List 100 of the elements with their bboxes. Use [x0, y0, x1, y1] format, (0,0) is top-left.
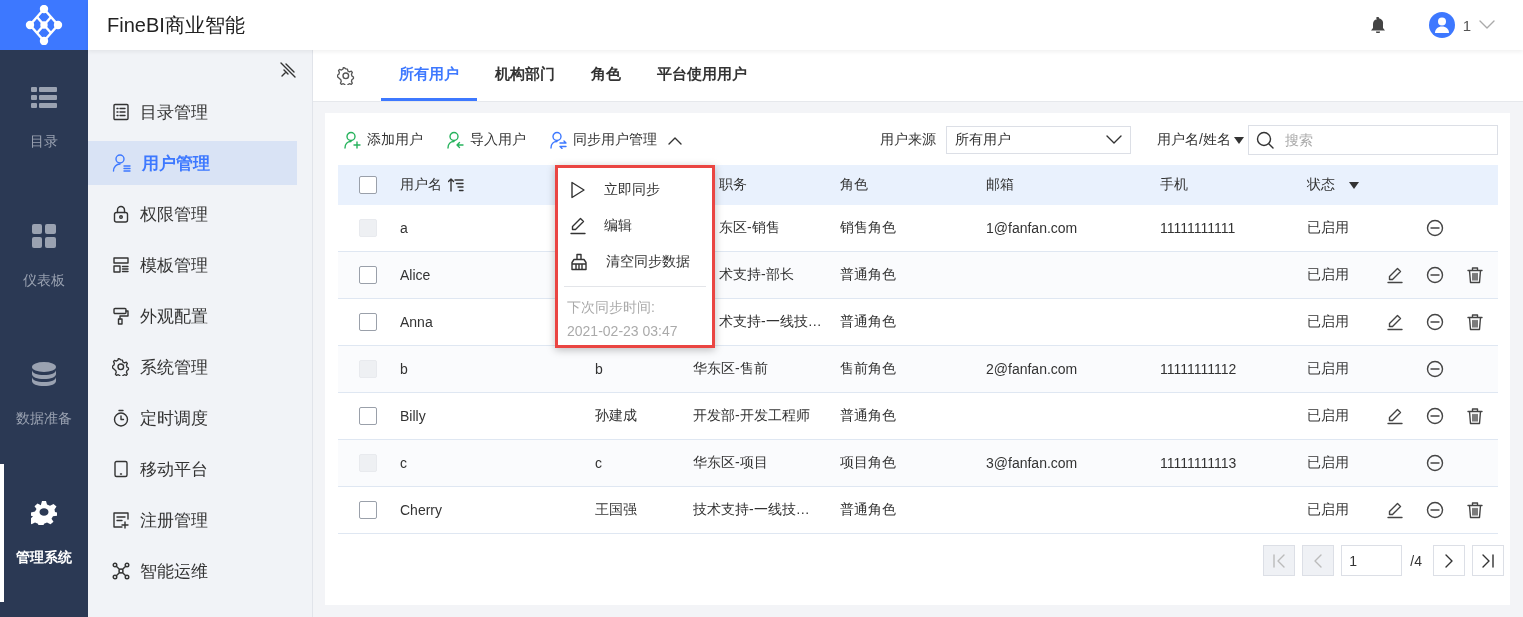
- table-cell-text: 技术支持-一线技…: [692, 501, 810, 519]
- table-cell-text: 术支持-部长: [718, 266, 794, 284]
- trash-icon: [1466, 407, 1484, 425]
- bell-icon: [1370, 17, 1385, 33]
- sidebar-item[interactable]: 智能运维: [88, 549, 297, 593]
- disable-icon: [1426, 313, 1444, 331]
- disable-icon: [1426, 360, 1444, 378]
- source-dropdown[interactable]: 所有用户: [946, 126, 1132, 154]
- table-cell-text: Alice: [399, 267, 431, 283]
- pencil-icon: [1386, 501, 1404, 519]
- rail-item[interactable]: 仪表板: [0, 188, 88, 326]
- disable-icon: [1426, 407, 1444, 425]
- column-header[interactable]: 用户名: [400, 176, 442, 194]
- sync-user-icon: [550, 131, 568, 149]
- pencil-icon: [1386, 266, 1404, 284]
- trash-icon: [1466, 313, 1484, 331]
- disable-icon: [1426, 266, 1444, 284]
- table-cell-text: b: [399, 361, 408, 377]
- search-scope-dropdown[interactable]: 用户名/姓名: [1157, 131, 1244, 149]
- checkbox[interactable]: [359, 313, 377, 331]
- table-cell-text: 孙建成: [594, 407, 637, 425]
- table-cell-text: 开发部-开发工程师: [692, 407, 810, 425]
- table-cell-text: Anna: [399, 314, 433, 330]
- column-header[interactable]: 职务: [719, 176, 747, 194]
- page-total: /4: [1410, 552, 1422, 569]
- sidebar-item[interactable]: 系统管理: [88, 345, 297, 389]
- avatar-icon[interactable]: [1428, 12, 1455, 38]
- sidebar-item[interactable]: 注册管理: [88, 498, 297, 542]
- menu-item[interactable]: 清空同步数据: [564, 244, 706, 280]
- rail-item[interactable]: 目录: [0, 50, 88, 188]
- table-cell-text: 普通角色: [839, 407, 896, 425]
- page-input[interactable]: 1: [1341, 545, 1403, 576]
- sidebar-item[interactable]: 目录管理: [88, 90, 297, 134]
- table-cell-text: 11111111111: [1159, 220, 1236, 236]
- pin-icon: [280, 62, 296, 78]
- tab[interactable]: 平台使用用户: [639, 50, 765, 101]
- sidebar-item[interactable]: 权限管理: [88, 192, 297, 236]
- sync-menu-button[interactable]: 同步用户管理: [550, 131, 682, 149]
- page-button[interactable]: [1433, 545, 1465, 576]
- tab[interactable]: 机构部门: [477, 50, 573, 101]
- table-cell-text: 普通角色: [839, 313, 896, 331]
- sidebar-item[interactable]: 定时调度: [88, 396, 297, 440]
- table-cell-text: 项目角色: [839, 454, 896, 472]
- search-field[interactable]: 搜索: [1248, 125, 1498, 155]
- stopwatch-icon: [112, 409, 130, 427]
- add-user-icon: [344, 131, 362, 149]
- table-cell-text: 售前角色: [839, 360, 896, 378]
- lock-icon: [112, 205, 130, 223]
- table-cell-text: 3@fanfan.com: [985, 455, 1078, 471]
- table-cell-text: 已启用: [1306, 501, 1349, 519]
- menu-item[interactable]: 立即同步: [564, 172, 706, 208]
- tab[interactable]: 所有用户: [381, 50, 477, 101]
- checkbox[interactable]: [359, 176, 377, 194]
- next-sync-time: 2021-02-23 03:47: [566, 322, 679, 341]
- column-header: 邮箱: [986, 176, 1014, 194]
- settings-icon: [337, 66, 355, 85]
- checkbox[interactable]: [359, 501, 377, 519]
- toolbar-button[interactable]: 导入用户: [447, 131, 526, 149]
- column-header[interactable]: 状态: [1307, 176, 1335, 194]
- tab[interactable]: 角色: [573, 50, 639, 101]
- table-cell-text: 已启用: [1306, 360, 1349, 378]
- search-icon: [1256, 131, 1274, 149]
- sidebar-item[interactable]: 模板管理: [88, 243, 297, 287]
- rail-item[interactable]: 数据准备: [0, 326, 88, 464]
- last-page-icon: [1481, 553, 1495, 568]
- triangle-down-icon: [1234, 136, 1244, 144]
- template-icon: [112, 256, 130, 274]
- table-cell-text: a: [399, 220, 408, 236]
- trash-icon: [1466, 501, 1484, 519]
- table-cell-text: 普通角色: [839, 501, 896, 519]
- user-name[interactable]: 1: [1462, 16, 1471, 34]
- pencil-icon: [1386, 313, 1404, 331]
- sidebar-item[interactable]: 移动平台: [88, 447, 297, 491]
- person-icon: [1434, 17, 1449, 33]
- table-cell-text: 11111111112: [1159, 361, 1237, 377]
- table-cell-text: 王国强: [594, 501, 637, 519]
- dashboard-icon: [32, 224, 56, 248]
- paint-roller-icon: [112, 307, 130, 325]
- app-title: FineBI商业智能: [107, 12, 246, 38]
- import-user-icon: [447, 131, 465, 149]
- sort-icon: [448, 178, 464, 192]
- checkbox[interactable]: [359, 266, 377, 284]
- database-icon: [32, 362, 56, 386]
- pencil-icon: [1386, 407, 1404, 425]
- toolbar-button[interactable]: 添加用户: [344, 131, 423, 149]
- table-cell-text: 华东区-项目: [692, 454, 768, 472]
- page-button[interactable]: [1472, 545, 1504, 576]
- table-cell-text: c: [594, 455, 602, 471]
- table-cell-text: 已启用: [1306, 313, 1349, 331]
- sidebar-item[interactable]: 外观配置: [88, 294, 297, 338]
- column-header: 手机: [1160, 176, 1188, 194]
- table-cell-text: 普通角色: [839, 266, 896, 284]
- menu-item[interactable]: 编辑: [564, 208, 706, 244]
- table-cell-text: 11111111113: [1159, 455, 1237, 471]
- table-cell-text: 术支持-一线技…: [718, 313, 822, 331]
- table-cell-text: 已启用: [1306, 407, 1349, 425]
- next-sync-label: 下次同步时间:: [566, 298, 656, 317]
- document-list-icon: [112, 103, 130, 121]
- checkbox[interactable]: [359, 407, 377, 425]
- chevron-up-icon: [668, 135, 682, 145]
